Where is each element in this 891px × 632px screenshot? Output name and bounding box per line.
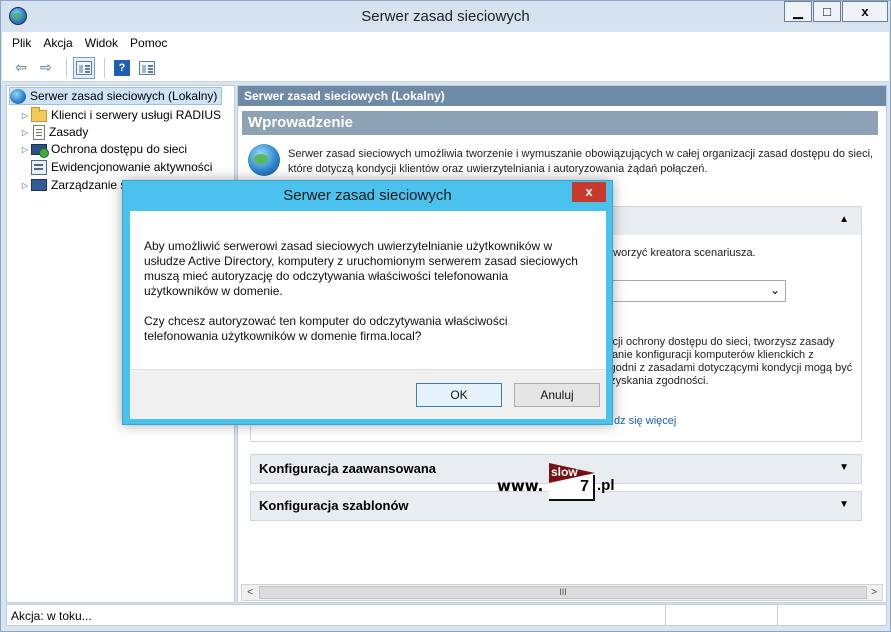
- menu-pomoc[interactable]: Pomoc: [130, 36, 167, 50]
- nap-description-line1: yfcji ochrony dostępu do sieci, tworzysz…: [604, 336, 835, 348]
- status-label: Akcja:: [11, 609, 44, 623]
- status-value: w toku...: [47, 609, 92, 623]
- dialog-paragraph-1: Aby umożliwić serwerowi zasad sieciowych…: [144, 239, 578, 298]
- template-management-icon: [31, 179, 47, 191]
- dialog-title: Serwer zasad sieciowych: [283, 187, 452, 204]
- help-button[interactable]: ?: [111, 57, 133, 79]
- scroll-left-arrow-icon[interactable]: <: [242, 585, 258, 600]
- menu-widok[interactable]: Widok: [85, 36, 118, 50]
- menu-plik[interactable]: Plik: [12, 36, 31, 50]
- expand-arrow-icon[interactable]: ▷: [19, 181, 31, 190]
- tree-root-label: Serwer zasad sieciowych (Lokalny): [30, 89, 218, 103]
- intro-title: Wprowadzenie: [242, 111, 878, 135]
- tree-item-label: Zasady: [49, 125, 89, 139]
- nap-description-line3: zgodni z zasadami dotyczącymi kondycji m…: [604, 362, 853, 374]
- toolbar-separator: [66, 57, 67, 78]
- dialog-message: Aby umożliwić serwerowi zasad sieciowych…: [144, 239, 584, 344]
- minimize-button[interactable]: ▁: [784, 1, 812, 22]
- tree-item-radius[interactable]: ▷ Klienci i serwery usługi RADIUS: [19, 106, 221, 124]
- nap-description-line4: uzyskania zgodności.: [604, 375, 709, 387]
- console-tree-icon: [76, 60, 92, 75]
- scenario-combobox[interactable]: ⌄: [598, 280, 786, 302]
- horizontal-scrollbar[interactable]: < III >: [241, 584, 883, 601]
- ok-button[interactable]: OK: [416, 383, 502, 407]
- tree-item-label: Klienci i serwery usługi RADIUS: [51, 108, 222, 122]
- window-title: Serwer zasad sieciowych: [361, 8, 530, 25]
- status-separator: [777, 605, 778, 625]
- close-button[interactable]: x: [842, 1, 888, 22]
- server-globe-icon: [10, 88, 26, 104]
- scroll-right-arrow-icon[interactable]: >: [866, 585, 882, 600]
- status-separator: [665, 605, 666, 625]
- window-controls: ▁ □ x: [783, 1, 888, 22]
- folder-icon: [31, 107, 47, 122]
- forward-arrow-icon[interactable]: ⇨: [35, 57, 57, 79]
- menu-akcja[interactable]: Akcja: [43, 36, 72, 50]
- tree-root[interactable]: Serwer zasad sieciowych (Lokalny): [9, 87, 223, 105]
- status-bar: Akcja: w toku...: [6, 604, 887, 626]
- tree-item-nap[interactable]: ▷ Ochrona dostępu do sieci: [19, 140, 187, 158]
- nap-description-line2: wanie konfiguracji komputerów klienckich…: [604, 349, 814, 361]
- toolbar: ⇦ ⇨ ?: [2, 54, 889, 82]
- tree-item-templates[interactable]: ▷ Zarządzanie s: [19, 176, 126, 194]
- intro-globe-icon: [248, 144, 280, 176]
- tree-item-label: Ochrona dostępu do sieci: [51, 142, 188, 156]
- scenario-hint-text: otworzyć kreatora scenariusza.: [604, 247, 756, 259]
- dialog-body: Aby umożliwić serwerowi zasad sieciowych…: [130, 211, 606, 419]
- dialog-footer: OK Anuluj: [130, 369, 606, 419]
- watermark-pl: .pl: [597, 477, 615, 494]
- dialog-close-button[interactable]: x: [572, 182, 606, 202]
- expand-arrow-icon[interactable]: ▷: [19, 111, 31, 120]
- details-header: Serwer zasad sieciowych (Lokalny): [238, 86, 886, 106]
- policy-document-icon: [33, 124, 45, 140]
- help-icon: ?: [114, 59, 130, 76]
- tree-item-label: Zarządzanie s: [51, 178, 127, 192]
- accounting-log-icon: [31, 159, 47, 175]
- tree-item-label: Ewidencjonowanie aktywności: [51, 160, 213, 174]
- toolbar-separator: [104, 57, 105, 78]
- expand-arrow-icon[interactable]: ▼: [839, 499, 849, 510]
- intro-text: Serwer zasad sieciowych umożliwia tworze…: [288, 148, 874, 175]
- authorization-dialog: Serwer zasad sieciowych x Aby umożliwić …: [122, 180, 613, 425]
- action-pane-button[interactable]: [136, 57, 158, 79]
- watermark-www: www.: [497, 477, 544, 495]
- show-hide-tree-button[interactable]: [73, 56, 95, 79]
- watermark-logo: www. 7 slow .pl: [497, 463, 623, 503]
- title-bar[interactable]: Serwer zasad sieciowych ▁ □ x: [1, 1, 890, 31]
- back-arrow-icon[interactable]: ⇦: [10, 57, 32, 79]
- action-pane-icon: [139, 60, 155, 75]
- dialog-paragraph-2: Czy chcesz autoryzować ten komputer do o…: [144, 314, 508, 343]
- collapse-arrow-icon[interactable]: ▲: [839, 214, 849, 225]
- network-protection-icon: [31, 144, 49, 158]
- tree-item-zasady[interactable]: ▷ Zasady: [19, 123, 88, 141]
- learn-more-link[interactable]: dz się więcej: [614, 414, 676, 428]
- cancel-button[interactable]: Anuluj: [514, 383, 600, 407]
- tree-item-accounting[interactable]: Ewidencjonowanie aktywności: [31, 158, 212, 176]
- scroll-thumb[interactable]: III: [259, 586, 867, 599]
- expand-arrow-icon[interactable]: ▼: [839, 462, 849, 473]
- menu-bar: Plik Akcja Widok Pomoc: [2, 32, 889, 54]
- expand-arrow-icon[interactable]: ▷: [19, 145, 31, 154]
- expand-arrow-icon[interactable]: ▷: [19, 128, 31, 137]
- maximize-button[interactable]: □: [813, 1, 841, 22]
- chevron-down-icon: ⌄: [769, 283, 780, 297]
